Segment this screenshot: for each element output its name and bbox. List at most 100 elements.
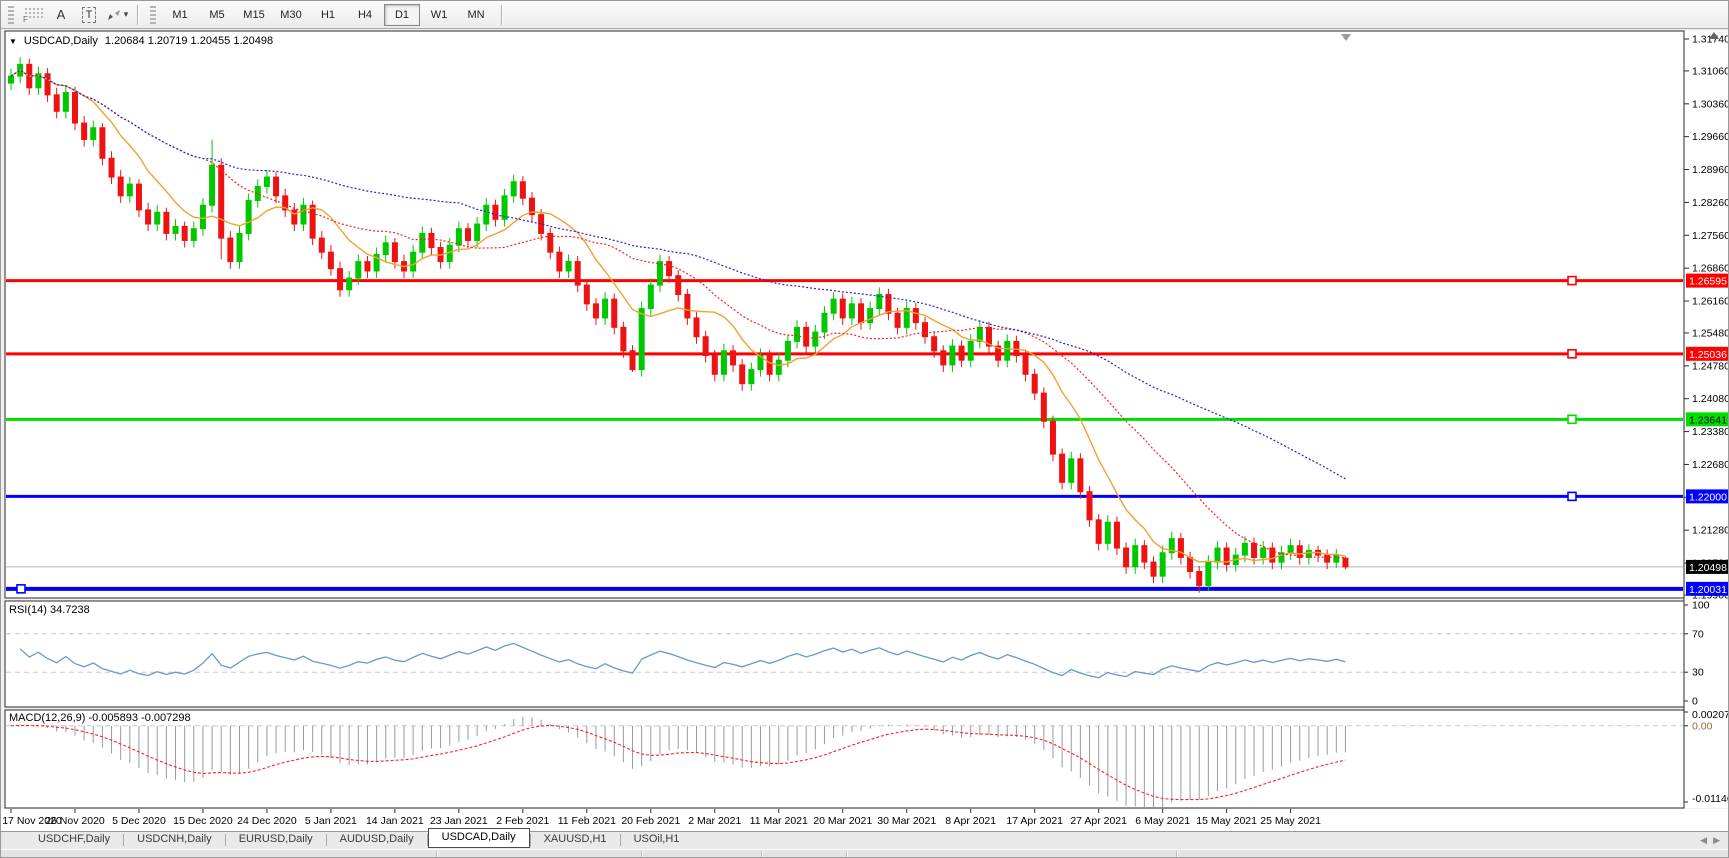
chevron-down-icon[interactable]: ▾ [124, 9, 129, 20]
tab-usdcad-daily[interactable]: USDCAD,Daily [428, 828, 530, 848]
candle-body [191, 229, 196, 241]
time-tick-label: 15 May 2021 [1196, 815, 1257, 827]
status-divider [1176, 851, 1178, 858]
tab-usdcnh-daily[interactable]: USDCNH,Daily [124, 831, 225, 849]
timeframe-button-h1[interactable]: H1 [310, 4, 346, 26]
timeframe-toolbar-grip[interactable] [150, 6, 156, 24]
arrow-objects-button[interactable]: ▾ [104, 3, 130, 27]
candle-body [1178, 539, 1183, 558]
candle-body [804, 327, 809, 346]
candle-body [210, 165, 215, 205]
macd-tick-label: 0.00 [1692, 720, 1713, 732]
status-divider [761, 851, 763, 858]
symbol-period-label: USDCAD,Daily [24, 35, 98, 47]
time-tick-label: 27 Apr 2021 [1070, 815, 1127, 827]
candle-body [822, 313, 827, 332]
rsi-tick-label: 70 [1692, 628, 1704, 640]
price-tick-label: 1.28260 [1692, 197, 1729, 209]
candle-body [1261, 548, 1266, 557]
candle-body [118, 177, 123, 196]
timeframe-button-m15[interactable]: M15 [236, 4, 272, 26]
hline-price-box[interactable]: 1.25036 [1686, 347, 1729, 361]
tab-usoil-h1[interactable]: USOil,H1 [621, 831, 693, 849]
candle-body [228, 238, 233, 261]
symbol-tab-bar: USDCHF,DailyUSDCNH,DailyEURUSD,DailyAUDU… [1, 831, 1729, 849]
text-label-button[interactable]: A [48, 3, 74, 27]
candle-body [785, 341, 790, 360]
svg-text:1.23641: 1.23641 [1689, 414, 1727, 426]
candle-body [795, 327, 800, 341]
terminal-window: F A T ▾ M1M5M15M30H1H4D1W1MN 1.317401.31… [0, 0, 1729, 858]
candle-body [1114, 522, 1119, 548]
timeframe-button-d1[interactable]: D1 [384, 4, 420, 26]
candle-body [950, 346, 955, 365]
hline-price-box[interactable]: 1.20031 [1686, 582, 1729, 596]
chart-canvas[interactable]: 1.317401.310601.303601.296601.289601.282… [1, 29, 1729, 831]
price-tick-label: 1.25480 [1692, 327, 1729, 339]
tab-eurusd-daily[interactable]: EURUSD,Daily [226, 831, 326, 849]
template-grid-icon[interactable]: F [20, 3, 46, 27]
candle-body [676, 276, 681, 295]
text-box-glyph: T [82, 7, 97, 23]
status-divider [641, 851, 643, 858]
macd-pane[interactable] [5, 710, 1684, 808]
timeframe-button-m5[interactable]: M5 [199, 4, 235, 26]
candle-body [264, 177, 269, 186]
candle-body [731, 351, 736, 365]
toolbar-separator [501, 5, 503, 25]
rsi-tick-label: 30 [1692, 667, 1704, 679]
candle-body [54, 95, 59, 111]
time-tick-label: 11 Feb 2021 [558, 815, 616, 827]
tab-usdchf-daily[interactable]: USDCHF,Daily [25, 831, 123, 849]
hline-handle[interactable] [17, 585, 25, 593]
price-tick-label: 1.21280 [1692, 525, 1729, 537]
hline-handle[interactable] [1568, 350, 1576, 358]
tab-xauusd-h1[interactable]: XAUUSD,H1 [531, 831, 620, 849]
timeframe-button-m1[interactable]: M1 [162, 4, 198, 26]
template-grid-letter: F [23, 15, 28, 23]
candle-body [968, 341, 973, 360]
candle-body [82, 123, 87, 139]
hline-price-box[interactable]: 1.23641 [1686, 412, 1729, 426]
price-tick-label: 1.28960 [1692, 164, 1729, 176]
price-tick-label: 1.24780 [1692, 360, 1729, 372]
candle-body [392, 243, 397, 262]
candle-body [593, 304, 598, 318]
candle-body [1160, 553, 1165, 576]
candle-body [831, 299, 836, 313]
hline-price-box[interactable]: 1.26595 [1686, 274, 1729, 288]
chart-title: ▼ USDCAD,Daily 1.20684 1.20719 1.20455 1… [9, 35, 273, 47]
hline-price-box[interactable]: 1.22000 [1686, 489, 1729, 503]
macd-indicator-label: MACD(12,26,9) -0.005893 -0.007298 [9, 712, 191, 724]
time-tick-label: 20 Mar 2021 [813, 815, 872, 827]
text-box-button[interactable]: T [76, 3, 102, 27]
price-tick-label: 1.23380 [1692, 426, 1729, 438]
time-tick-label: 25 May 2021 [1260, 815, 1321, 827]
time-tick-label: 2 Mar 2021 [688, 815, 741, 827]
candle-body [1325, 555, 1330, 562]
toolbar-grip[interactable] [8, 6, 14, 24]
timeframe-button-mn[interactable]: MN [458, 4, 494, 26]
candle-body [1288, 546, 1293, 553]
collapse-triangle-icon[interactable]: ▼ [9, 37, 17, 46]
hline-handle[interactable] [1568, 492, 1576, 500]
candle-body [338, 269, 343, 290]
candle-body [356, 262, 361, 278]
timeframe-button-w1[interactable]: W1 [421, 4, 457, 26]
svg-text:1.25036: 1.25036 [1689, 349, 1727, 361]
timeframe-button-m30[interactable]: M30 [273, 4, 309, 26]
tab-audusd-daily[interactable]: AUDUSD,Daily [327, 831, 427, 849]
tab-scroll-right-icon[interactable]: ▶ [1713, 835, 1720, 846]
candle-body [840, 299, 845, 318]
hline-handle[interactable] [1568, 277, 1576, 285]
rsi-indicator-label: RSI(14) 34.7238 [9, 604, 90, 616]
tab-scroll-left-icon[interactable]: ◀ [1700, 835, 1707, 846]
timeframe-button-h4[interactable]: H4 [347, 4, 383, 26]
candle-body [511, 182, 516, 196]
tab-scroll-buttons: ◀▶ [1700, 832, 1729, 849]
candle-body [776, 360, 781, 374]
hline-handle[interactable] [1568, 415, 1576, 423]
price-tick-label: 1.24080 [1692, 393, 1729, 405]
current-price-box[interactable]: 1.20498 [1686, 560, 1729, 574]
candle-body [667, 262, 672, 276]
